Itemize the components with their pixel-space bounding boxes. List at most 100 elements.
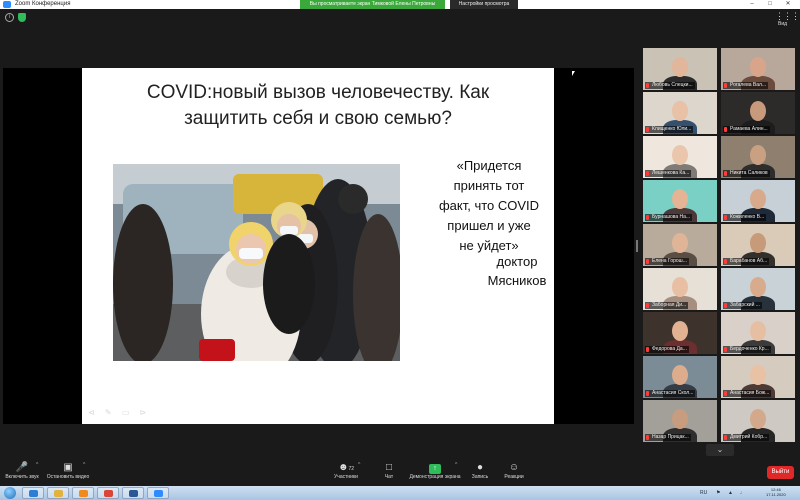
participant-tile[interactable]: Федорова Да... xyxy=(643,312,717,354)
slide-quote: «Придется принять тот факт, что COVID пр… xyxy=(434,156,544,256)
zoom-window: Zoom Конференция Вы просматриваете экран… xyxy=(0,0,800,500)
participant-name: Кожиленко В... xyxy=(723,214,767,221)
view-options-button[interactable]: Настройки просмотра xyxy=(450,0,518,9)
chat-label: Чат xyxy=(384,474,394,480)
maximize-button[interactable]: □ xyxy=(762,0,778,9)
slideshow-tools[interactable]: ⊲ ✎ ▭ ⊳ xyxy=(88,408,150,417)
taskbar-media-button[interactable] xyxy=(72,487,94,499)
video-options-caret[interactable]: ^ xyxy=(83,462,85,468)
mic-muted-icon xyxy=(646,127,649,132)
unmute-label: Включить звук xyxy=(5,474,39,480)
taskbar-zoom-button[interactable] xyxy=(147,487,169,499)
participant-name: Дмитрий Кобр... xyxy=(723,434,770,441)
participant-name: Елена Горош... xyxy=(645,258,689,265)
participant-tile[interactable]: Кожиленко В... xyxy=(721,180,795,222)
taskbar-chrome-button[interactable] xyxy=(97,487,119,499)
author-line: доктор xyxy=(496,254,538,269)
reactions-button[interactable]: ☺ Реакции xyxy=(500,462,528,480)
audio-options-caret[interactable]: ^ xyxy=(36,462,38,468)
participant-name: Бердоченко Кр... xyxy=(723,346,771,353)
chrome-icon xyxy=(103,490,113,497)
gallery-next-page-button[interactable]: ⌄ xyxy=(706,444,734,456)
mic-muted-icon xyxy=(646,303,649,308)
quote-line: «Придется xyxy=(456,158,522,173)
participant-tile[interactable]: Клищенко Юли... xyxy=(643,92,717,134)
ie-icon xyxy=(28,490,38,497)
participants-label: Участники xyxy=(334,474,358,480)
mic-muted-icon xyxy=(724,391,727,396)
participant-name: Любовь Слецки... xyxy=(645,82,695,89)
taskbar-ie-button[interactable] xyxy=(22,487,44,499)
quote-line: принять тот xyxy=(453,178,525,193)
windows-taskbar: RU ⚑ ▲ ♩ 12:46 17.11.2020 xyxy=(0,486,800,500)
participant-name: Бурнашова На... xyxy=(645,214,693,221)
record-button[interactable]: ● Запись xyxy=(468,462,492,480)
app-title: Zoom Конференция xyxy=(15,1,71,7)
share-screen-label: Демонстрация экрана xyxy=(409,474,461,480)
participant-tile[interactable]: Лешенкова Ка... xyxy=(643,136,717,178)
participant-tile[interactable]: Елена Горош... xyxy=(643,224,717,266)
meeting-top-bar: i ⋮⋮⋮ Вид xyxy=(0,9,800,27)
participant-tile[interactable]: Никита Саликов xyxy=(721,136,795,178)
record-label: Запись xyxy=(471,474,489,480)
participant-tile[interactable]: Бердоченко Кр... xyxy=(721,312,795,354)
leave-meeting-button[interactable]: Выйти xyxy=(767,466,794,479)
chat-button[interactable]: □ Чат xyxy=(378,462,400,480)
participant-tile[interactable]: Бурнашова На... xyxy=(643,180,717,222)
participant-face xyxy=(750,233,766,253)
participant-face xyxy=(750,365,766,385)
close-button[interactable]: ✕ xyxy=(780,0,796,9)
crowd-masks-image xyxy=(113,164,400,361)
participant-tile[interactable]: Забарский ... xyxy=(721,268,795,310)
participant-tile[interactable]: Анастасия Скол... xyxy=(643,356,717,398)
slide-title-line: COVID:новый вызов человечеству. Как xyxy=(146,82,490,103)
unmute-button[interactable]: 🎤 ^ Включить звук xyxy=(2,462,42,480)
meeting-toolbar: 🎤 ^ Включить звук ▣ ^ Остановить видео ☻… xyxy=(0,458,800,486)
participant-tile[interactable]: Рогалева Вал... xyxy=(721,48,795,90)
participant-tile[interactable]: Заборная Ди... xyxy=(643,268,717,310)
mic-muted-icon xyxy=(646,435,649,440)
participant-name: Барабанов Аб... xyxy=(723,258,770,265)
participant-face xyxy=(672,365,688,385)
reaction-smiley-icon: ☺ xyxy=(508,462,520,473)
tray-flag-icon[interactable]: ⚑ xyxy=(716,490,720,496)
screen-share-notice: Вы просматриваете экран Тимковой Елены П… xyxy=(300,0,445,9)
participant-name: Никита Саликов xyxy=(723,170,770,177)
mic-muted-icon xyxy=(646,83,649,88)
mic-muted-icon xyxy=(646,391,649,396)
share-options-caret[interactable]: ^ xyxy=(455,462,457,468)
stop-video-label: Остановить видео xyxy=(46,474,90,480)
minimize-button[interactable]: – xyxy=(744,0,760,9)
participant-tile[interactable]: Дмитрий Кобр... xyxy=(721,400,795,442)
participant-tile[interactable]: Назар Прицак... xyxy=(643,400,717,442)
share-screen-button[interactable]: ↑ ^ Демонстрация экрана xyxy=(407,462,463,480)
taskbar-explorer-button[interactable] xyxy=(47,487,69,499)
meeting-info-icon[interactable]: i xyxy=(5,13,14,22)
tray-clock[interactable]: 12:46 17.11.2020 xyxy=(766,487,786,497)
tray-volume-icon[interactable]: ♩ xyxy=(740,490,745,496)
participant-name: Рамаева Алин... xyxy=(723,126,770,133)
view-button[interactable]: Вид xyxy=(778,21,787,27)
participants-options-caret[interactable]: ^ xyxy=(358,462,360,468)
participant-tile[interactable]: Анастасия Бож... xyxy=(721,356,795,398)
tray-network-icon[interactable]: ▲ xyxy=(728,490,733,496)
participant-tile[interactable]: Любовь Слецки... xyxy=(643,48,717,90)
windows-start-icon[interactable] xyxy=(4,487,16,499)
encryption-shield-icon[interactable] xyxy=(18,13,26,22)
media-icon xyxy=(78,490,88,497)
tray-language[interactable]: RU xyxy=(700,490,707,496)
participants-button[interactable]: ☻72 ^ Участники xyxy=(330,462,362,480)
mic-muted-icon xyxy=(646,347,649,352)
stop-video-button[interactable]: ▣ ^ Остановить видео xyxy=(45,462,91,480)
mouse-cursor-icon xyxy=(572,71,575,76)
split-resize-handle[interactable] xyxy=(636,240,638,252)
participant-tile[interactable]: Рамаева Алин... xyxy=(721,92,795,134)
taskbar-word-button[interactable] xyxy=(122,487,144,499)
participant-tile[interactable]: Барабанов Аб... xyxy=(721,224,795,266)
record-icon: ● xyxy=(476,462,484,473)
slide-title-line: защитить себя и свою семью? xyxy=(184,108,452,129)
participant-name: Анастасия Скол... xyxy=(645,390,696,397)
quote-line: пришел и уже xyxy=(447,218,531,233)
participant-name: Забарский ... xyxy=(723,302,762,309)
mic-muted-icon xyxy=(646,171,649,176)
